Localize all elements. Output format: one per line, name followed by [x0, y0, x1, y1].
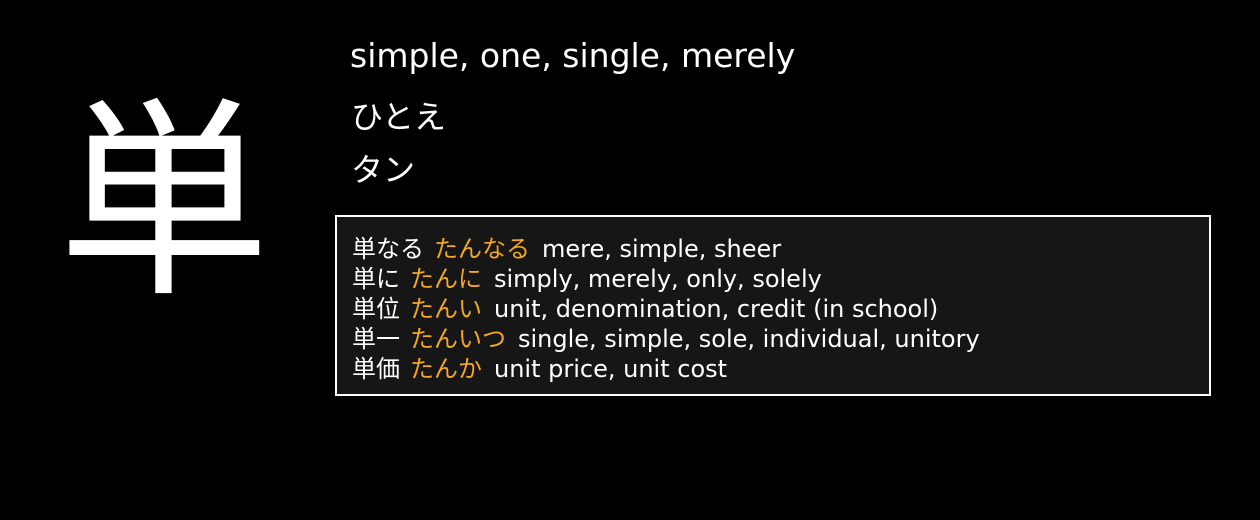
vocab-item: 単一 たんいつ single, simple, sole, individual, …	[352, 324, 1209, 354]
vocab-word: 単位	[352, 295, 400, 323]
vocab-gloss: unit, denomination, credit (in school)	[494, 295, 939, 323]
vocab-gloss: simply, merely, only, solely	[494, 265, 822, 293]
vocab-word: 単に	[352, 265, 400, 293]
vocab-reading: たんいつ	[410, 325, 506, 353]
vocab-gloss: unit price, unit cost	[494, 355, 728, 383]
vocab-reading: たんなる	[434, 235, 530, 263]
vocab-item: 単なる たんなる mere, simple, sheer	[352, 234, 1209, 264]
vocab-gloss: mere, simple, sheer	[542, 235, 782, 263]
vocab-word: 単価	[352, 355, 400, 383]
vocab-reading: たんに	[410, 265, 482, 293]
kanji-character: 単	[58, 79, 270, 326]
vocab-item: 単位 たんい unit, denomination, credit (in scho…	[352, 294, 1209, 324]
vocab-item: 単価 たんか unit price, unit cost	[352, 354, 1209, 384]
vocab-gloss: single, simple, sole, individual, unitor…	[518, 325, 980, 353]
vocab-reading: たんい	[410, 295, 482, 323]
vocab-item: 単に たんに simply, merely, only, solely	[352, 264, 1209, 294]
kun-reading: ひとえ	[351, 98, 447, 136]
vocabulary-list: 単なる たんなる mere, simple, sheer 単に たんに simply, …	[337, 217, 1209, 384]
vocab-word: 単一	[352, 325, 400, 353]
vocab-word: 単なる	[352, 235, 424, 263]
vocab-reading: たんか	[410, 355, 482, 383]
on-reading: タン	[351, 151, 416, 189]
kanji-meaning: simple, one, single, merely	[350, 36, 796, 75]
vocabulary-box: 単なる たんなる mere, simple, sheer 単に たんに simply, …	[335, 215, 1211, 396]
